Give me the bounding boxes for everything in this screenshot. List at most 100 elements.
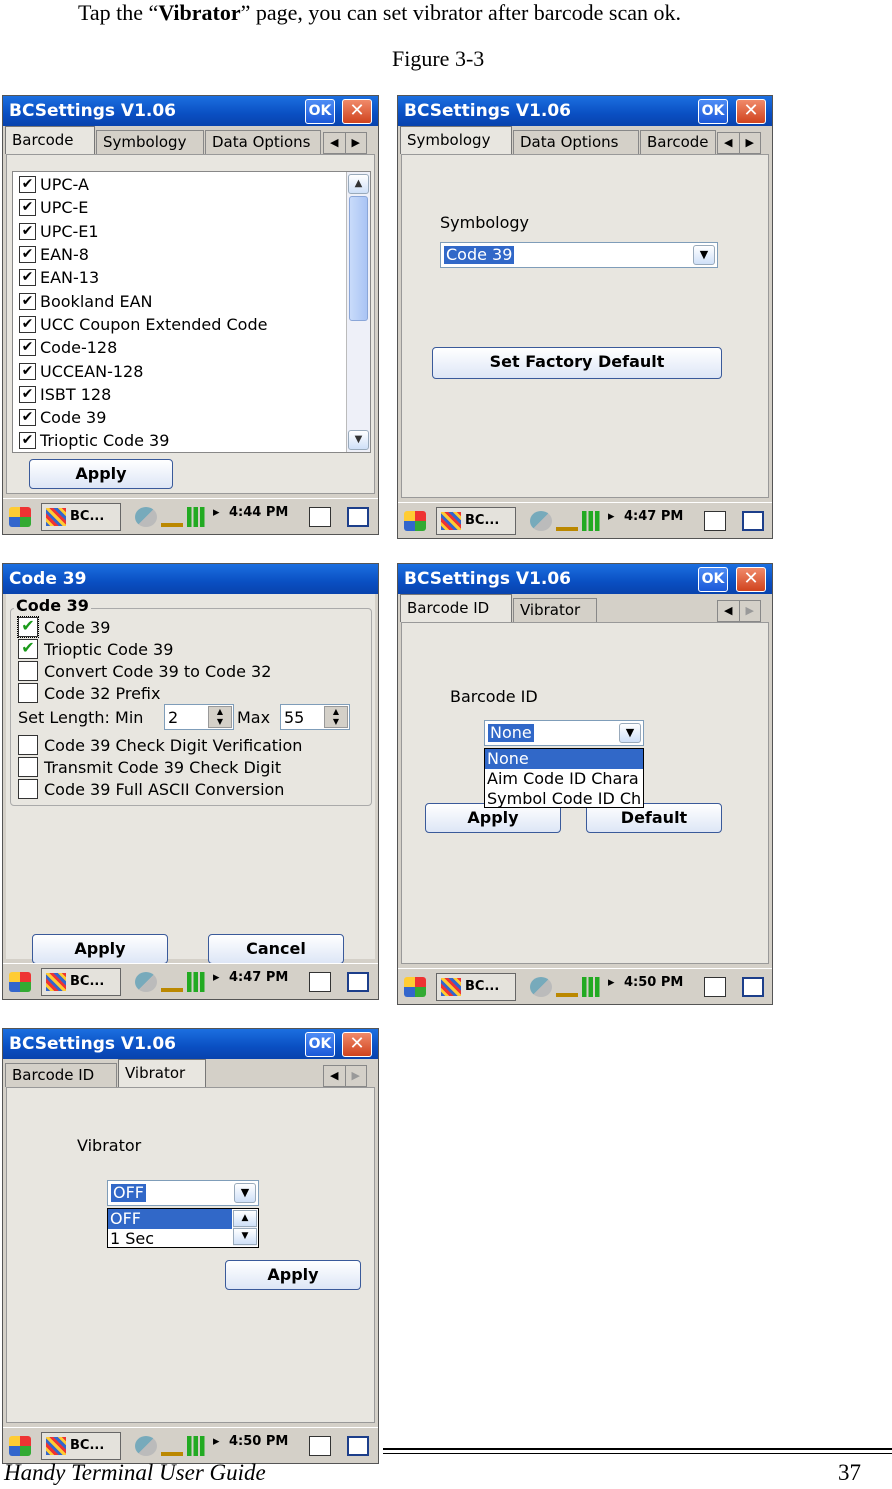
symbology-list-item[interactable]: ✔ UPC-A <box>13 173 348 196</box>
checkbox-checked-icon[interactable]: ✔ <box>19 409 36 427</box>
windows-start-icon[interactable] <box>9 507 31 527</box>
max-length-value[interactable]: 55 <box>284 708 304 727</box>
tab-right-arrow-icon[interactable]: ▶ <box>740 601 761 621</box>
symbology-list-item[interactable]: ✔ Code-128 <box>13 336 348 359</box>
checkbox-checked-icon[interactable]: ✔ <box>19 292 36 310</box>
close-button[interactable]: ✕ <box>342 1032 372 1057</box>
max-spin-arrows[interactable]: ▲ ▼ <box>324 706 348 728</box>
dropdown-option-1sec[interactable]: 1 Sec <box>108 1229 232 1247</box>
input-panel-icon[interactable] <box>309 507 331 527</box>
network-icon[interactable] <box>135 507 157 527</box>
dropdown-option-symbol[interactable]: Symbol Code ID Ch <box>485 789 643 807</box>
scroll-down-icon[interactable]: ▼ <box>348 430 369 450</box>
dropdown-down-icon[interactable]: ▼ <box>233 1228 257 1245</box>
close-button[interactable]: ✕ <box>736 99 766 124</box>
connection-icon[interactable] <box>161 507 183 527</box>
tab-data-options[interactable]: Data Options <box>513 130 639 154</box>
option-row[interactable]: Code 32 Prefix <box>16 682 271 704</box>
network-icon[interactable] <box>135 1436 157 1456</box>
tab-vibrator[interactable]: Vibrator <box>118 1059 206 1087</box>
chevron-down-icon[interactable]: ▼ <box>234 1183 256 1203</box>
checkbox-unchecked-icon[interactable] <box>18 757 38 777</box>
checkbox-checked-icon[interactable]: ✔ <box>19 432 36 450</box>
tab-barcode[interactable]: Barcode <box>640 130 716 154</box>
expand-arrow-icon[interactable]: ▸ <box>213 1434 220 1449</box>
option-row[interactable]: ✔ Trioptic Code 39 <box>16 638 271 660</box>
barcode-id-select[interactable]: None ▼ <box>484 720 644 746</box>
checkbox-checked-icon[interactable]: ✔ <box>17 616 39 638</box>
checkbox-checked-icon[interactable]: ✔ <box>19 339 36 357</box>
checkbox-checked-icon[interactable]: ✔ <box>19 362 36 380</box>
symbology-list-item[interactable]: ✔ UPC-E <box>13 196 348 219</box>
apply-button[interactable]: Apply <box>32 934 168 964</box>
cancel-button[interactable]: Cancel <box>208 934 344 964</box>
desktop-switch-icon[interactable] <box>347 507 369 527</box>
taskbar-app-button[interactable]: BC... <box>436 507 516 535</box>
checkbox-unchecked-icon[interactable] <box>18 683 38 703</box>
tab-vibrator[interactable]: Vibrator <box>513 598 597 622</box>
network-icon[interactable] <box>530 511 552 531</box>
clock[interactable]: 4:50 PM <box>624 975 683 990</box>
dropdown-option-aim[interactable]: Aim Code ID Chara <box>485 769 643 789</box>
checkbox-checked-icon[interactable]: ✔ <box>19 385 36 403</box>
symbology-list-item[interactable]: ✔ UPC-E1 <box>13 220 348 243</box>
taskbar-app-button[interactable]: BC... <box>41 503 121 531</box>
vibrator-dropdown-list[interactable]: OFF 1 Sec ▲ ▼ <box>107 1208 259 1248</box>
expand-arrow-icon[interactable]: ▸ <box>608 509 615 524</box>
checkbox-checked-icon[interactable]: ✔ <box>19 199 36 217</box>
ok-button[interactable]: OK <box>698 99 728 124</box>
connection-icon[interactable] <box>161 972 183 992</box>
desktop-switch-icon[interactable] <box>347 1436 369 1456</box>
connection-icon[interactable] <box>556 977 578 997</box>
checkbox-unchecked-icon[interactable] <box>18 661 38 681</box>
symbology-list-item[interactable]: ✔ EAN-8 <box>13 243 348 266</box>
apply-button[interactable]: Apply <box>29 459 173 489</box>
expand-arrow-icon[interactable]: ▸ <box>213 505 220 520</box>
tab-symbology[interactable]: Symbology <box>96 130 204 154</box>
tab-barcode-id[interactable]: Barcode ID <box>400 594 512 622</box>
desktop-switch-icon[interactable] <box>742 511 764 531</box>
symbology-select[interactable]: Code 39 ▼ <box>440 242 718 268</box>
tab-barcode[interactable]: Barcode <box>5 126 95 154</box>
checkbox-checked-icon[interactable]: ✔ <box>19 269 36 287</box>
input-panel-icon[interactable] <box>704 977 726 997</box>
connection-icon[interactable] <box>161 1436 183 1456</box>
barcode-id-dropdown-list[interactable]: None Aim Code ID Chara Symbol Code ID Ch <box>484 748 644 808</box>
tab-scroll-arrows[interactable]: ◀ ▶ <box>323 132 367 154</box>
tab-right-arrow-icon[interactable]: ▶ <box>346 1066 367 1086</box>
checkbox-checked-icon[interactable]: ✔ <box>19 222 36 240</box>
clock[interactable]: 4:50 PM <box>229 1434 288 1449</box>
symbology-list-item[interactable]: ✔ UCC Coupon Extended Code <box>13 313 348 336</box>
min-length-spinner[interactable]: 2 ▲ ▼ <box>164 704 234 730</box>
checkbox-checked-icon[interactable]: ✔ <box>18 639 38 659</box>
option-row[interactable]: Code 39 Check Digit Verification <box>16 734 302 756</box>
tab-scroll-arrows[interactable]: ◀ ▶ <box>717 600 761 622</box>
taskbar-app-button[interactable]: BC... <box>436 973 516 1001</box>
symbology-list-item[interactable]: ✔ ISBT 128 <box>13 383 348 406</box>
min-spin-arrows[interactable]: ▲ ▼ <box>208 706 232 728</box>
symbology-list-item[interactable]: ✔ Bookland EAN <box>13 289 348 312</box>
chevron-down-icon[interactable]: ▼ <box>619 723 641 743</box>
desktop-switch-icon[interactable] <box>742 977 764 997</box>
dropdown-up-icon[interactable]: ▲ <box>233 1210 257 1227</box>
expand-arrow-icon[interactable]: ▸ <box>213 970 220 985</box>
option-row[interactable]: Code 39 Full ASCII Conversion <box>16 778 302 800</box>
network-icon[interactable] <box>530 977 552 997</box>
chevron-down-icon[interactable]: ▼ <box>693 245 715 265</box>
dropdown-option-off[interactable]: OFF <box>108 1209 232 1229</box>
symbology-list-item[interactable]: ✔ UCCEAN-128 <box>13 359 348 382</box>
dropdown-option-none[interactable]: None <box>485 749 643 769</box>
tab-left-arrow-icon[interactable]: ◀ <box>324 1066 346 1086</box>
symbology-list-item[interactable]: ✔ EAN-13 <box>13 266 348 289</box>
tab-barcode-id[interactable]: Barcode ID <box>5 1063 117 1087</box>
checkbox-unchecked-icon[interactable] <box>18 735 38 755</box>
taskbar-app-button[interactable]: BC... <box>41 1432 121 1460</box>
symbology-list-item[interactable]: ✔ Code 39 <box>13 406 348 429</box>
expand-arrow-icon[interactable]: ▸ <box>608 975 615 990</box>
vibrator-select[interactable]: OFF ▼ <box>107 1180 259 1206</box>
ok-button[interactable]: OK <box>305 99 335 124</box>
dropdown-scrollbar[interactable]: ▲ ▼ <box>233 1210 257 1246</box>
option-row[interactable]: Transmit Code 39 Check Digit <box>16 756 302 778</box>
tab-right-arrow-icon[interactable]: ▶ <box>740 133 761 153</box>
tab-scroll-arrows[interactable]: ◀ ▶ <box>323 1065 367 1087</box>
